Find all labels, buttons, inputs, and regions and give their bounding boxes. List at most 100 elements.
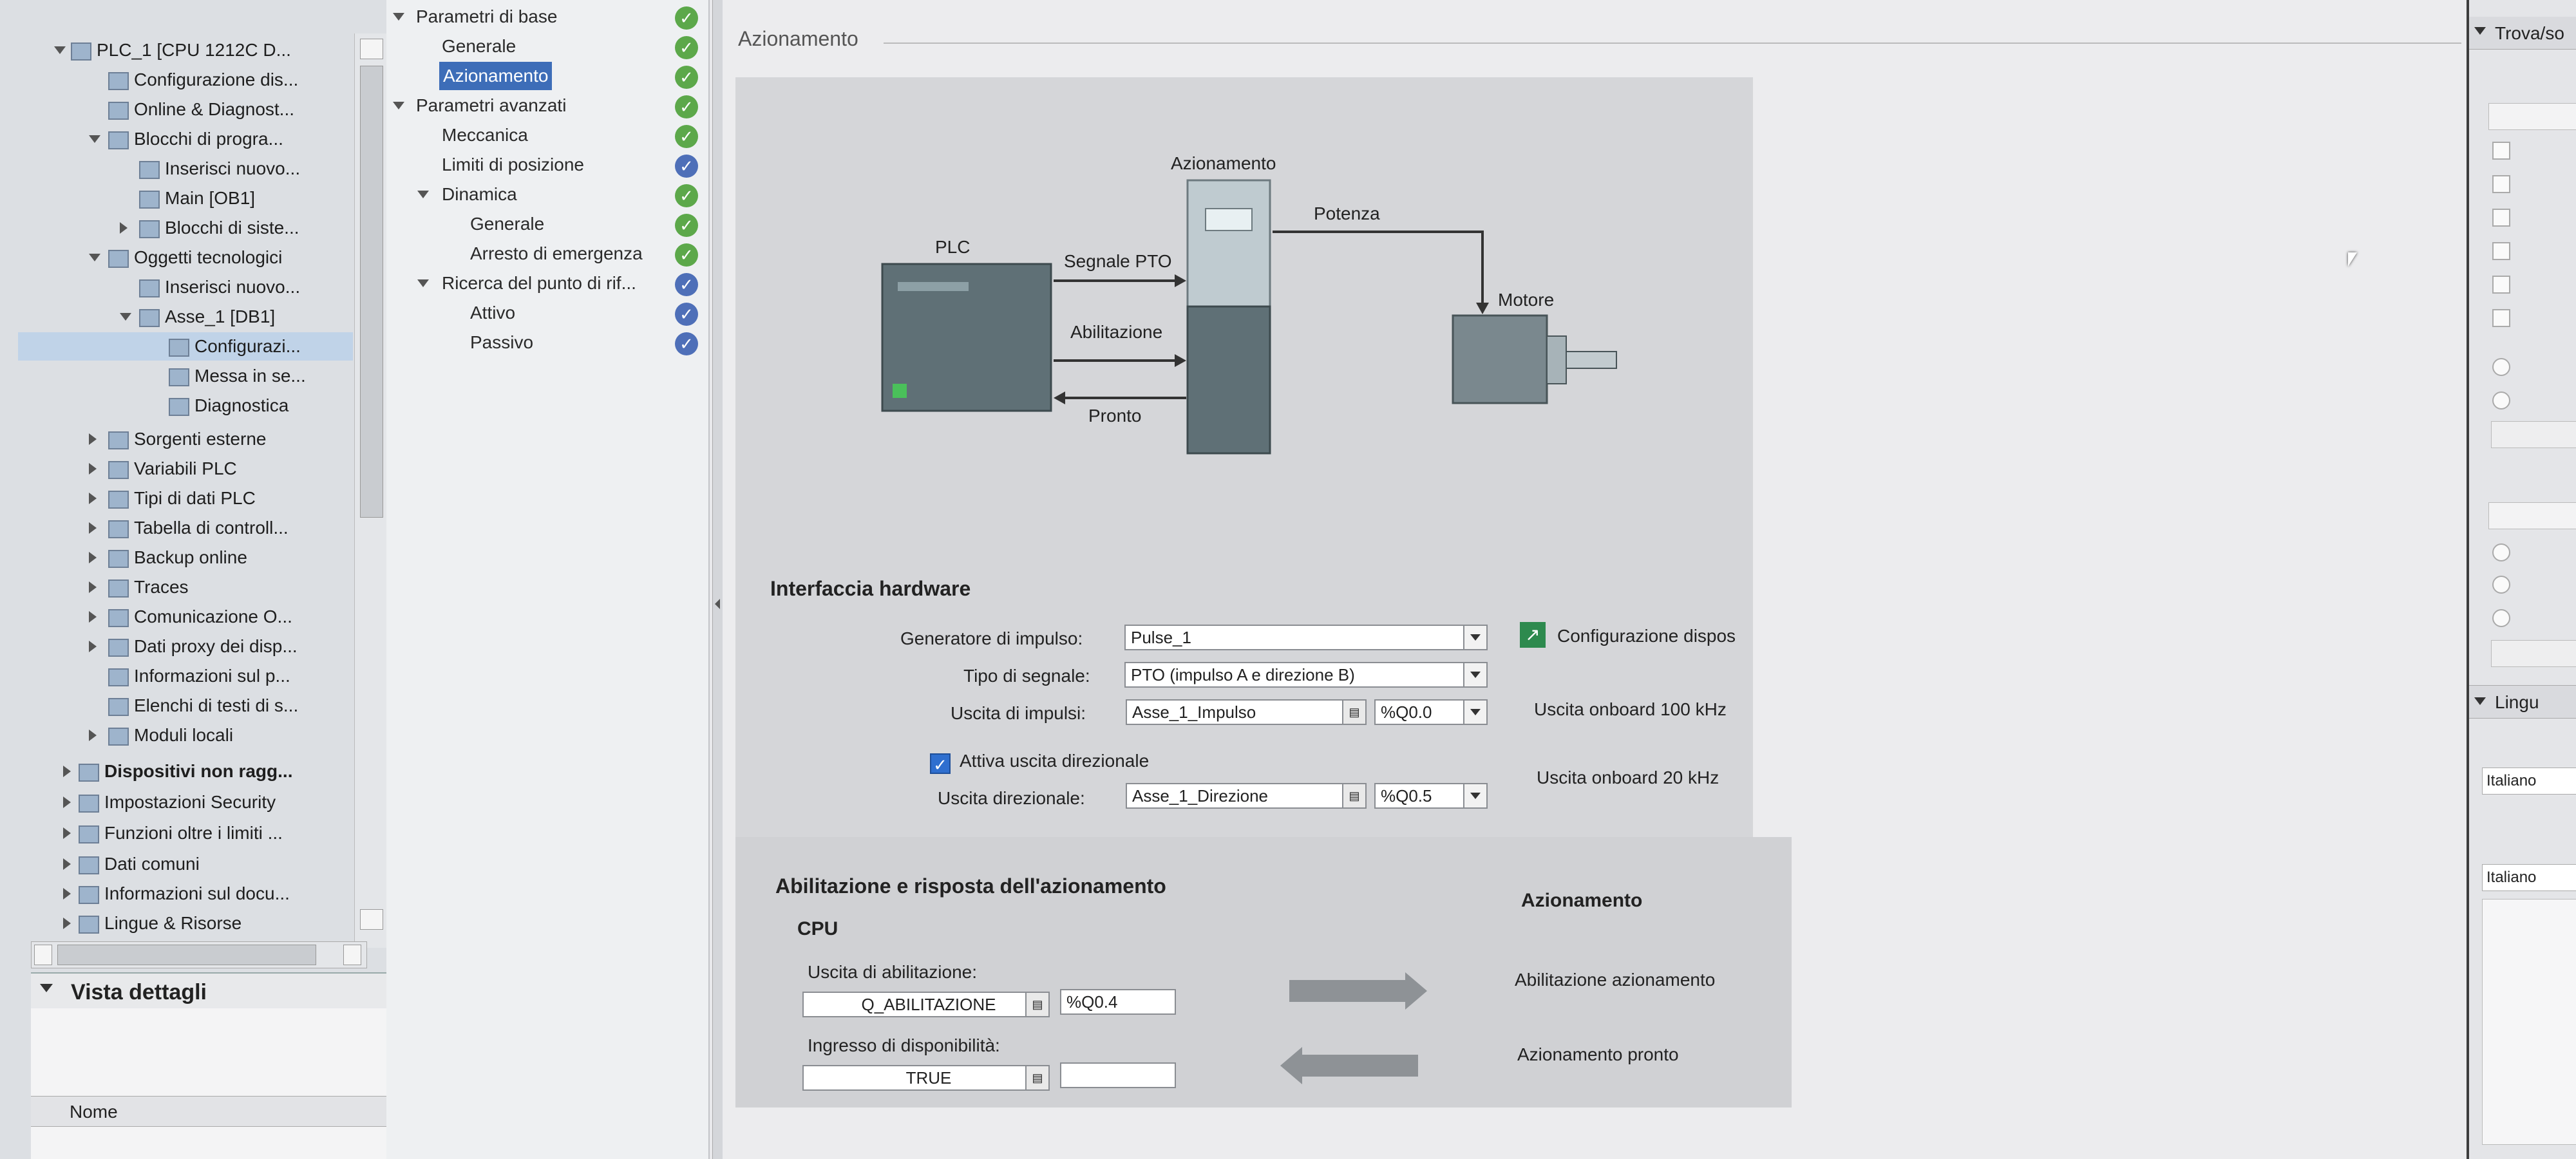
tree-item-online-backups[interactable]: Backup online [89, 543, 247, 572]
tree-item-plc-tags[interactable]: Variabili PLC [89, 455, 237, 483]
nav-item-dynamics-general[interactable]: Generale [470, 210, 544, 238]
reference-language-select[interactable]: Italiano [2482, 864, 2576, 891]
replace-scope-radio[interactable] [2492, 543, 2510, 561]
option-checkbox[interactable] [2492, 309, 2510, 327]
tree-item-common-data[interactable]: Dati comuni [63, 850, 200, 878]
tag-picker-icon[interactable]: ▤ [1342, 784, 1365, 807]
direction-output-address-select[interactable]: %Q0.5 [1374, 783, 1488, 809]
nav-item-homing[interactable]: Ricerca del punto di rif... [417, 269, 636, 297]
languages-tab[interactable]: Lingu [2469, 685, 2576, 719]
dropdown-arrow-icon[interactable] [1463, 784, 1486, 807]
scroll-thumb[interactable] [360, 66, 383, 518]
tree-item-security-settings[interactable]: Impostazioni Security [63, 788, 276, 816]
collapse-icon[interactable] [40, 984, 53, 992]
tree-item-program-blocks[interactable]: Blocchi di progra... [89, 125, 283, 153]
option-checkbox[interactable] [2492, 209, 2510, 227]
tree-item-ungrouped-devices[interactable]: Dispositivi non ragg... [63, 757, 292, 786]
option-checkbox[interactable] [2492, 242, 2510, 260]
editing-language-select[interactable]: Italiano [2482, 768, 2576, 795]
tree-item-program-info[interactable]: Informazioni sul p... [108, 662, 290, 690]
dropdown-arrow-icon[interactable] [1463, 663, 1486, 686]
pulse-output-tag-field[interactable]: Asse_1_Impulso ▤ [1126, 699, 1367, 725]
tag-picker-icon[interactable]: ▤ [1342, 701, 1365, 724]
tree-item-main-ob1[interactable]: Main [OB1] [139, 184, 255, 212]
tree-item-technology-objects[interactable]: Oggetti tecnologici [89, 243, 282, 272]
nav-item-advanced-params[interactable]: Parametri avanzati [393, 91, 566, 120]
tree-item-diagnostics[interactable]: Diagnostica [169, 391, 289, 420]
scroll-left-button[interactable] [34, 945, 52, 965]
tree-item-text-lists[interactable]: Elenchi di testi di s... [108, 692, 298, 720]
tree-item-external-sources[interactable]: Sorgenti esterne [89, 425, 266, 453]
nav-item-position-limits[interactable]: Limiti di posizione [442, 151, 584, 179]
option-checkbox[interactable] [2492, 142, 2510, 160]
tree-vertical-scrollbar[interactable] [354, 33, 387, 948]
tag-picker-icon[interactable]: ▤ [1025, 1066, 1048, 1089]
nav-item-base-params[interactable]: Parametri di base [393, 3, 557, 31]
tree-item-online-diagnostics[interactable]: Online & Diagnost... [108, 95, 294, 124]
tree-item-add-new-object[interactable]: Inserisci nuovo... [139, 273, 300, 301]
device-config-link[interactable]: Configurazione dispos [1557, 626, 1736, 646]
nav-item-mechanics[interactable]: Meccanica [442, 121, 528, 149]
option-checkbox[interactable] [2492, 276, 2510, 294]
nav-item-drive[interactable]: Azionamento [439, 62, 553, 90]
replace-button[interactable] [2491, 640, 2576, 667]
enable-output-tag-field[interactable]: Q_ABILITAZIONE ▤ [802, 992, 1050, 1017]
collapse-icon[interactable] [2474, 27, 2486, 35]
dropdown-arrow-icon[interactable] [1463, 626, 1486, 649]
tree-item-axis-1[interactable]: Asse_1 [DB1] [120, 303, 275, 331]
details-view-header[interactable]: Vista dettagli [31, 972, 398, 1010]
direction-radio[interactable] [2492, 391, 2510, 410]
scroll-down-button[interactable] [360, 909, 383, 930]
tree-item-local-modules[interactable]: Moduli locali [89, 721, 233, 749]
direction-radio[interactable] [2492, 358, 2510, 376]
tree-item-system-blocks[interactable]: Blocchi di siste... [120, 214, 299, 242]
tree-item-opc-communication[interactable]: Comunicazione O... [89, 603, 292, 631]
tree-horizontal-scrollbar[interactable] [31, 941, 367, 968]
pulse-output-address-select[interactable]: %Q0.0 [1374, 699, 1488, 725]
find-replace-tab[interactable]: Trova/so [2469, 17, 2576, 50]
scroll-thumb[interactable] [57, 945, 316, 965]
column-header-name[interactable]: Nome [70, 1102, 118, 1122]
tree-item-languages-resources[interactable]: Lingue & Risorse [63, 909, 242, 938]
tree-item-document-info[interactable]: Informazioni sul docu... [63, 880, 290, 908]
nav-item-emergency-stop[interactable]: Arresto di emergenza [470, 240, 643, 268]
tree-item-plc-data-types[interactable]: Tipi di dati PLC [89, 484, 256, 513]
tag-picker-icon[interactable]: ▤ [1025, 993, 1048, 1016]
direction-output-info: Uscita onboard 20 kHz [1537, 768, 1719, 787]
ready-input-tag-field[interactable]: TRUE ▤ [802, 1065, 1050, 1091]
option-checkbox[interactable] [2492, 175, 2510, 193]
nav-item-general[interactable]: Generale [442, 32, 516, 61]
nav-item-passive[interactable]: Passivo [470, 328, 533, 357]
find-input[interactable] [2488, 103, 2576, 130]
device-config-link-icon[interactable]: ↗ [1520, 622, 1546, 648]
scroll-up-button[interactable] [360, 39, 383, 59]
pulse-generator-select[interactable]: Pulse_1 [1124, 625, 1488, 650]
tree-item-configuration[interactable]: Configurazi... [18, 332, 353, 361]
signal-type-select[interactable]: PTO (impulso A e direzione B) [1124, 662, 1488, 688]
dropdown-arrow-icon[interactable] [1463, 701, 1486, 724]
replace-scope-radio[interactable] [2492, 609, 2510, 627]
replace-input[interactable] [2488, 502, 2576, 529]
language-list[interactable] [2482, 899, 2576, 1145]
tree-item-traces[interactable]: Traces [89, 573, 189, 601]
direction-output-tag-field[interactable]: Asse_1_Direzione ▤ [1126, 783, 1367, 809]
ready-input-address-field[interactable] [1060, 1062, 1176, 1088]
scroll-right-button[interactable] [343, 945, 361, 965]
plc-led-strip [898, 282, 969, 291]
tree-item-plc[interactable]: PLC_1 [CPU 1212C D... [54, 36, 291, 64]
collapse-left-icon[interactable] [715, 599, 720, 609]
direction-output-checkbox[interactable]: ✓ [930, 753, 951, 775]
tree-item-device-config[interactable]: Configurazione dis... [108, 66, 298, 94]
tree-item-label: Configurazione dis... [134, 70, 299, 90]
find-button[interactable] [2491, 421, 2576, 448]
nav-item-dynamics[interactable]: Dinamica [417, 180, 517, 209]
tree-item-commissioning[interactable]: Messa in se... [169, 362, 306, 390]
nav-item-active[interactable]: Attivo [470, 299, 515, 327]
tree-item-add-new-block[interactable]: Inserisci nuovo... [139, 155, 300, 183]
collapse-icon[interactable] [2474, 697, 2486, 705]
tree-item-watch-tables[interactable]: Tabella di controll... [89, 514, 289, 542]
enable-output-address-field[interactable]: %Q0.4 [1060, 989, 1176, 1015]
replace-scope-radio[interactable] [2492, 576, 2510, 594]
tree-item-cross-device-functions[interactable]: Funzioni oltre i limiti ... [63, 819, 283, 847]
tree-item-device-proxy-data[interactable]: Dati proxy dei disp... [89, 632, 298, 661]
